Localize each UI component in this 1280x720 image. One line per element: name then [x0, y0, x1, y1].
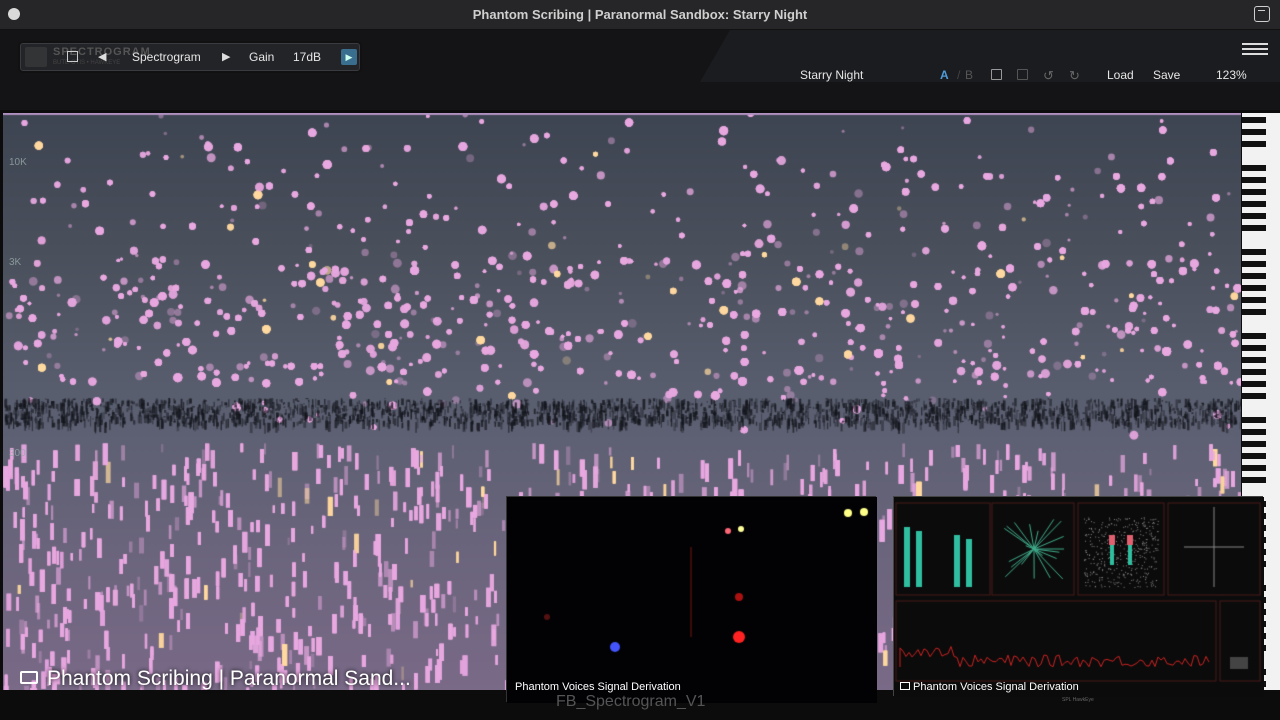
piano-key — [1242, 417, 1266, 423]
plugin-logo-sub: BUTE-OTIS • HAWKEYE — [53, 60, 121, 66]
monitor-icon — [20, 671, 38, 684]
play-button[interactable]: ▶ — [341, 49, 357, 65]
load-button[interactable]: Load — [1107, 68, 1134, 82]
gain-value[interactable]: 17dB — [293, 50, 321, 64]
crop-icon[interactable] — [67, 51, 78, 62]
piano-key — [1242, 249, 1266, 255]
piano-key — [1242, 381, 1266, 387]
analyzer-feed — [894, 497, 1264, 697]
piano-key — [1242, 441, 1266, 447]
undo-icon[interactable]: ↺ — [1043, 68, 1054, 84]
piano-key — [1242, 453, 1266, 459]
piano-key — [1242, 201, 1266, 207]
camera-overlay: Phantom Voices Signal Derivation — [506, 496, 877, 703]
piano-key — [1242, 225, 1266, 231]
view-mode-label[interactable]: Spectrogram — [132, 50, 201, 64]
zoom-level[interactable]: 123% — [1216, 68, 1247, 82]
piano-key — [1242, 429, 1266, 435]
display-controls: SPECTROGRAM BUTE-OTIS • HAWKEYE ◀ Spectr… — [20, 43, 360, 71]
monitor-icon — [900, 682, 910, 690]
piano-key — [1242, 465, 1266, 471]
analyzer-overlay: Phantom Voices Signal Derivation — [893, 496, 1264, 697]
piano-key — [1242, 297, 1266, 303]
analyzer-footer: SPL HawkEye — [1062, 697, 1094, 703]
piano-key — [1242, 477, 1266, 483]
piano-key — [1242, 165, 1266, 171]
piano-key — [1242, 129, 1266, 135]
camera-feed — [507, 497, 877, 703]
piano-key — [1242, 261, 1266, 267]
piano-key — [1242, 309, 1266, 315]
freq-label-300: 300 — [9, 448, 26, 459]
ab-compare-a[interactable]: A — [940, 68, 949, 82]
piano-key — [1242, 393, 1266, 399]
pip-icon[interactable] — [1254, 6, 1270, 22]
piano-key — [1242, 177, 1266, 183]
preset-name[interactable]: Starry Night — [800, 68, 863, 82]
piano-key — [1242, 213, 1266, 219]
piano-key — [1242, 369, 1266, 375]
menu-icon — [1242, 43, 1268, 45]
piano-key — [1242, 273, 1266, 279]
window-title: Phantom Scribing | Paranormal Sandbox: S… — [472, 7, 808, 22]
piano-key — [1242, 333, 1266, 339]
camera-caption: Phantom Voices Signal Derivation — [515, 681, 681, 693]
copy-icon[interactable] — [991, 69, 1002, 80]
stream-title: Phantom Scribing | Paranormal Sand... — [20, 667, 411, 691]
analyzer-caption: Phantom Voices Signal Derivation — [900, 681, 1079, 693]
menu-button[interactable] — [1242, 43, 1268, 57]
previous-mode-button[interactable]: ◀ — [98, 50, 106, 63]
next-mode-button[interactable]: ▶ — [222, 50, 230, 63]
gain-label: Gain — [249, 50, 275, 64]
piano-key — [1242, 345, 1266, 351]
ab-separator: / — [957, 68, 961, 82]
piano-key — [1242, 189, 1266, 195]
bottom-caption: FB_Spectrogram_V1 — [556, 693, 706, 710]
plugin-logo-icon — [25, 47, 47, 67]
save-button[interactable]: Save — [1153, 68, 1180, 82]
freq-label-10k: 10K — [9, 157, 27, 168]
title-bar: Phantom Scribing | Paranormal Sandbox: S… — [0, 0, 1280, 30]
piano-key — [1242, 357, 1266, 363]
preset-panel — [700, 30, 1280, 82]
piano-key — [1242, 285, 1266, 291]
redo-icon[interactable]: ↻ — [1069, 68, 1080, 84]
piano-key — [1242, 141, 1266, 147]
paste-icon[interactable] — [1017, 69, 1028, 80]
app-window: Phantom Scribing | Paranormal Sandbox: S… — [0, 0, 1280, 720]
freq-label-3k: 3K — [9, 257, 22, 268]
ab-compare-b[interactable]: B — [965, 68, 973, 82]
piano-key — [1242, 117, 1266, 123]
